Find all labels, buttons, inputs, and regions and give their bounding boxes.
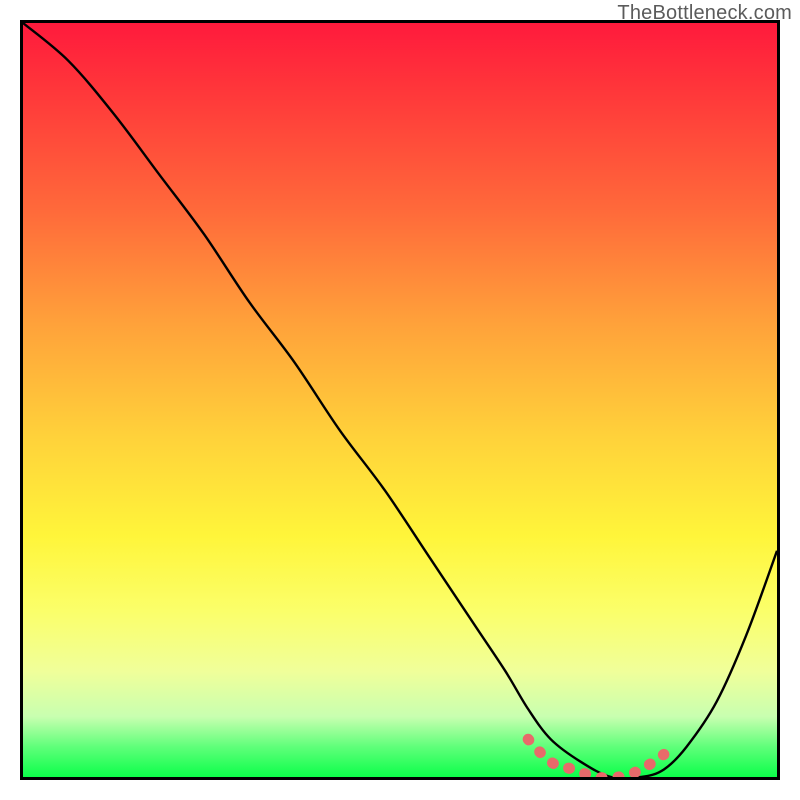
chart-svg xyxy=(23,23,777,777)
plot-area xyxy=(20,20,780,780)
main-curve xyxy=(23,23,777,777)
chart-container: TheBottleneck.com xyxy=(0,0,800,800)
watermark-text: TheBottleneck.com xyxy=(617,2,792,25)
